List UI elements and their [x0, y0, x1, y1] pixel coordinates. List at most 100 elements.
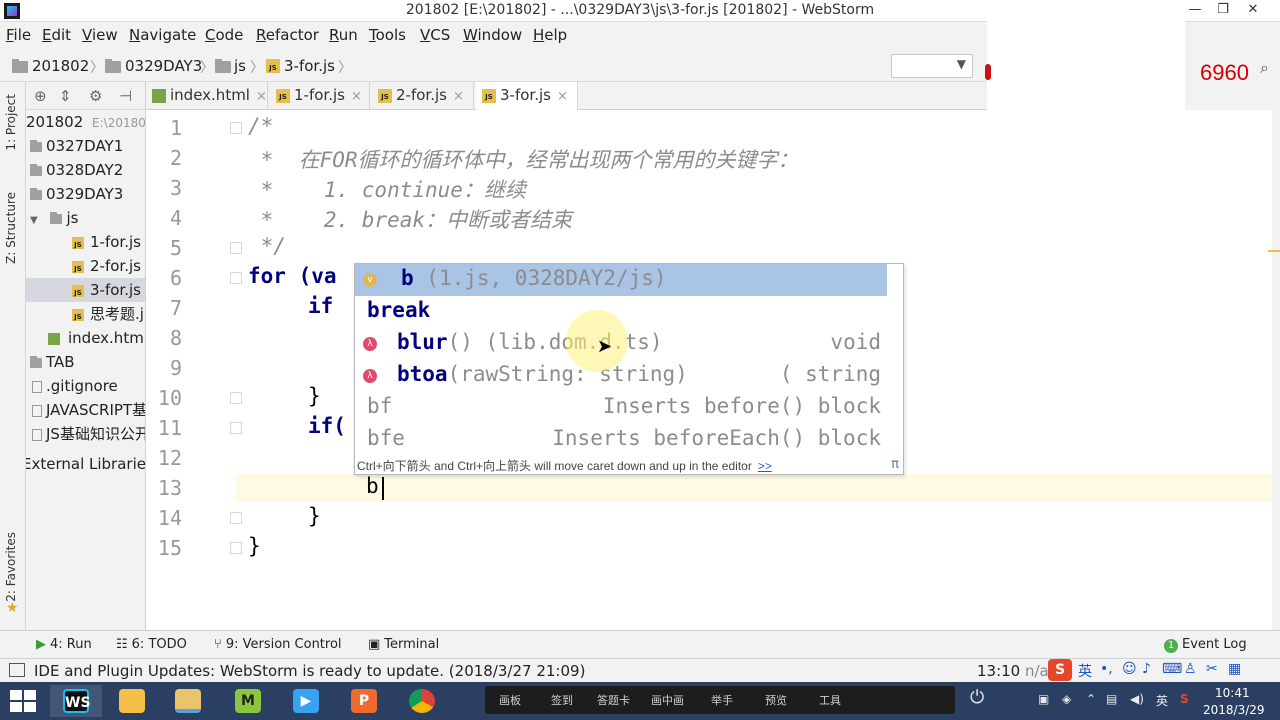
maximize-button[interactable]: ❐ — [1208, 0, 1238, 20]
status-message[interactable]: IDE and Plugin Updates: WebStorm is read… — [34, 662, 585, 680]
status-toggle-icon[interactable] — [9, 663, 25, 677]
meeting-tools[interactable]: 工具 — [819, 692, 841, 708]
tray-app-icon[interactable]: ▣ — [1038, 692, 1049, 706]
tree-item-javascript-doc[interactable]: JAVASCRIPT基 — [26, 398, 145, 422]
tree-item-0327day1[interactable]: 0327DAY1 — [26, 134, 145, 158]
completion-item[interactable]: bfe Inserts beforeEach() block — [355, 424, 887, 456]
gear-icon[interactable]: ⚙ — [89, 87, 102, 105]
tree-item-0329day3[interactable]: 0329DAY3 — [26, 182, 145, 206]
close-icon[interactable]: × — [453, 89, 464, 104]
breadcrumb-201802[interactable]: 201802 — [32, 57, 89, 75]
ime-lang[interactable]: 英 — [1078, 661, 1092, 681]
meeting-answer-card[interactable]: 答题卡 — [597, 692, 630, 708]
tree-item-3-for-js[interactable]: JS 3-for.js — [26, 278, 145, 302]
tree-item-js[interactable]: ▼ js — [26, 206, 145, 230]
fold-marker[interactable] — [230, 422, 242, 434]
taskbar-chrome-icon[interactable] — [396, 685, 448, 717]
pi-icon[interactable]: π — [891, 457, 899, 472]
fold-marker[interactable] — [230, 122, 242, 134]
fold-marker[interactable] — [230, 392, 242, 404]
tray-network-icon[interactable]: ▤ — [1106, 692, 1117, 706]
tree-item-1-for-js[interactable]: JS 1-for.js — [26, 230, 145, 254]
menu-vcs[interactable]: VCS — [420, 26, 450, 44]
tree-item-js-basics[interactable]: JS基础知识公开 — [26, 422, 145, 446]
tool-terminal[interactable]: ▣ Terminal — [368, 637, 439, 652]
menu-code[interactable]: Code — [205, 26, 243, 44]
breadcrumb-js[interactable]: js — [234, 57, 246, 75]
meeting-pip[interactable]: 画中画 — [651, 692, 684, 708]
meeting-signin[interactable]: 签到 — [551, 692, 573, 708]
menu-refactor[interactable]: Refactor — [256, 26, 319, 44]
editor-scrollbar[interactable] — [1272, 110, 1280, 630]
tray-chevron-up-icon[interactable]: ⌃ — [1086, 692, 1096, 706]
search-icon[interactable]: ⌕ — [1260, 58, 1269, 78]
tree-item-thinking-js[interactable]: JS 思考题.j — [26, 302, 145, 326]
ime-keyboard-icon[interactable]: ⌨ — [1162, 661, 1182, 677]
menu-view[interactable]: View — [82, 26, 118, 44]
tree-item-root[interactable]: 201802 E:\201802 — [26, 110, 145, 134]
locate-icon[interactable]: ⊕ — [34, 87, 47, 105]
tree-item-0328day2[interactable]: 0328DAY2 — [26, 158, 145, 182]
menu-tools[interactable]: Tools — [369, 26, 406, 44]
taskbar-app-m-icon[interactable]: M — [222, 685, 274, 717]
menu-navigate[interactable]: Navigate — [129, 26, 196, 44]
completion-item[interactable]: λ btoa(rawString: string) ( string — [355, 360, 887, 392]
tool-event-log[interactable]: 1 Event Log — [1164, 637, 1247, 653]
tab-3-for-js[interactable]: JS 3-for.js × — [476, 82, 578, 110]
menu-file[interactable]: File — [6, 26, 31, 44]
tab-2-for-js[interactable]: JS 2-for.js × — [372, 82, 474, 110]
clock-time[interactable]: 10:41 — [1215, 686, 1250, 700]
meeting-raise-hand[interactable]: 举手 — [711, 692, 733, 708]
tray-app2-icon[interactable]: ◈ — [1062, 692, 1071, 706]
ime-skin-icon[interactable]: ✂ — [1206, 661, 1218, 677]
fold-marker[interactable] — [230, 542, 242, 554]
close-icon[interactable]: × — [256, 89, 267, 104]
fold-marker[interactable] — [230, 272, 242, 284]
tree-item-external-libraries[interactable]: External Libraries — [26, 452, 145, 476]
close-button[interactable]: ✕ — [1238, 0, 1268, 20]
tab-1-for-js[interactable]: JS 1-for.js × — [270, 82, 370, 110]
close-icon[interactable]: × — [557, 89, 568, 104]
hide-panel-icon[interactable]: ⊣ — [119, 87, 132, 105]
close-icon[interactable]: × — [351, 89, 362, 104]
tab-favorites[interactable]: 2: Favorites — [4, 532, 18, 602]
caret-position[interactable]: 13:10 — [977, 662, 1020, 680]
fold-marker[interactable] — [230, 512, 242, 524]
tree-item-tab[interactable]: TAB — [26, 350, 145, 374]
tab-structure[interactable]: Z: Structure — [4, 192, 18, 264]
breadcrumb-3-for-js[interactable]: 3-for.js — [284, 57, 335, 75]
menu-edit[interactable]: Edit — [42, 26, 71, 44]
power-icon[interactable]: ⏻ — [970, 687, 984, 708]
tool-run[interactable]: ▶ 4: Run — [36, 637, 92, 652]
menu-run[interactable]: Run — [329, 26, 358, 44]
menu-window[interactable]: Window — [463, 26, 522, 44]
ime-logo-icon[interactable]: S — [1048, 659, 1072, 681]
fold-marker[interactable] — [230, 242, 242, 254]
tray-ime-icon[interactable]: S — [1180, 692, 1189, 706]
tree-item-2-for-js[interactable]: JS 2-for.js — [26, 254, 145, 278]
windows-start-icon[interactable] — [10, 690, 36, 712]
tree-item-gitignore[interactable]: .gitignore — [26, 374, 145, 398]
run-config-dropdown[interactable]: ▼ — [891, 54, 973, 78]
taskbar-slides-icon[interactable]: P — [338, 685, 390, 717]
ime-emoji-icon[interactable]: ☺ — [1122, 661, 1137, 677]
tab-project[interactable]: 1: Project — [4, 94, 18, 151]
breadcrumb-0329day3[interactable]: 0329DAY3 — [125, 57, 202, 75]
ime-user-icon[interactable]: ♙ — [1184, 661, 1197, 677]
taskbar-folder-icon[interactable] — [106, 685, 158, 717]
completion-item[interactable]: v b (1.js, 0328DAY2/js) — [355, 264, 887, 296]
meeting-whiteboard[interactable]: 画板 — [499, 692, 521, 708]
completion-item[interactable]: bf Inserts before() block — [355, 392, 887, 424]
completion-hint-link[interactable]: >> — [758, 459, 772, 473]
tray-lang[interactable]: 英 — [1156, 692, 1168, 709]
taskbar-player-icon[interactable]: ▶ — [280, 685, 332, 717]
ime-punct-icon[interactable]: •, — [1100, 661, 1113, 677]
tab-index-html[interactable]: index.html × — [146, 82, 268, 110]
tree-item-index-html[interactable]: index.html — [26, 326, 145, 350]
tool-version-control[interactable]: ⑂ 9: Version Control — [214, 637, 342, 652]
clock-date[interactable]: 2018/3/29 — [1203, 703, 1265, 717]
taskbar-webstorm-icon[interactable]: WS — [50, 685, 102, 717]
collapse-icon[interactable]: ⇕ — [59, 87, 72, 105]
ime-grid-icon[interactable]: ▦ — [1228, 661, 1241, 677]
ime-mic-icon[interactable]: ♪ — [1142, 661, 1151, 677]
